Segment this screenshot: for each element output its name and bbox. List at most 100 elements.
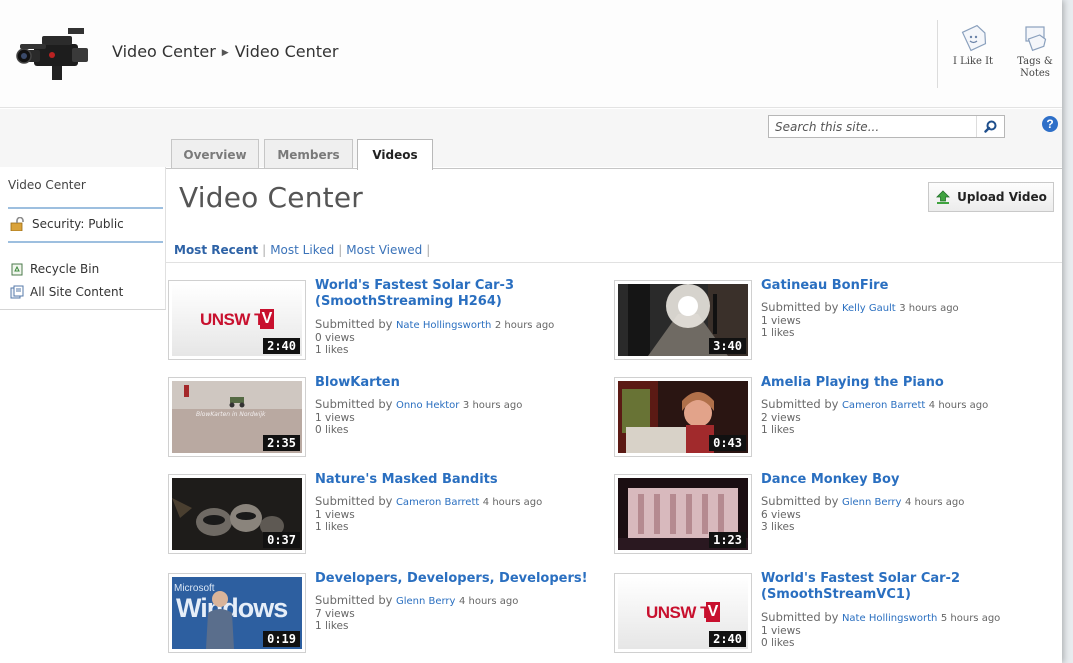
video-thumbnail-image: 0:43 bbox=[618, 381, 748, 453]
sharepoint-page: Video Center ▶ Video Center I Like It Tags… bbox=[0, 0, 1062, 663]
video-thumbnail[interactable]: BlowKarten in Nordwijk 2:35 bbox=[168, 377, 306, 457]
site-logo-camera-icon[interactable] bbox=[12, 14, 98, 96]
video-meta: Submitted by Kelly Gault 3 hours ago 1 v… bbox=[761, 301, 959, 339]
search-box bbox=[768, 115, 1005, 138]
video-title-link[interactable]: Gatineau BonFire bbox=[761, 278, 1051, 294]
video-duration-badge: 0:19 bbox=[263, 631, 300, 647]
submitter-link[interactable]: Cameron Barrett bbox=[842, 400, 925, 411]
like-count: 1 likes bbox=[761, 327, 795, 339]
search-input[interactable] bbox=[769, 116, 975, 137]
like-count: 3 likes bbox=[761, 521, 795, 533]
left-navigation: Video Center Security: Public Recycle Bi… bbox=[0, 167, 166, 310]
submitter-link[interactable]: Nate Hollingsworth bbox=[396, 320, 491, 331]
video-title-link[interactable]: Amelia Playing the Piano bbox=[761, 375, 1051, 391]
unsw-tv-logo-text: UNSW T bbox=[200, 310, 265, 329]
view-count: 7 views bbox=[315, 608, 355, 620]
submitted-by-label: Submitted by bbox=[315, 494, 393, 508]
video-title-link[interactable]: Nature's Masked Bandits bbox=[315, 472, 605, 488]
video-thumbnail[interactable]: UNSW T V 2:40 bbox=[168, 280, 306, 360]
video-meta: Submitted by Nate Hollingsworth 2 hours … bbox=[315, 318, 554, 356]
help-icon[interactable]: ? bbox=[1042, 116, 1058, 132]
submitter-link[interactable]: Kelly Gault bbox=[842, 303, 896, 314]
submitted-time: 5 hours ago bbox=[940, 613, 1001, 624]
submitted-by-label: Submitted by bbox=[761, 494, 839, 508]
tags-notes-icon bbox=[1025, 26, 1047, 52]
i-like-it-label: I Like It bbox=[952, 56, 994, 67]
nav-recycle-bin[interactable]: Recycle Bin bbox=[10, 262, 99, 276]
submitter-link[interactable]: Glenn Berry bbox=[396, 596, 456, 607]
view-count: 1 views bbox=[761, 315, 801, 327]
video-card: BlowKarten in Nordwijk 2:35 BlowKarten S… bbox=[168, 375, 598, 461]
video-thumbnail[interactable]: Microsoft Windows 0:19 bbox=[168, 573, 306, 653]
video-title-link[interactable]: World's Fastest Solar Car-2 (SmoothStrea… bbox=[761, 571, 1051, 603]
tags-notes-label-line2: Notes bbox=[1020, 68, 1050, 79]
video-title-line1: Developers, Developers, Developers! bbox=[315, 571, 588, 586]
unsw-tv-logo-box: V bbox=[706, 602, 720, 622]
submitter-link[interactable]: Nate Hollingsworth bbox=[842, 613, 937, 624]
upload-video-button[interactable]: Upload Video bbox=[928, 182, 1054, 212]
tags-notes-label-line1: Tags & bbox=[1017, 56, 1053, 67]
tab-label: Members bbox=[277, 148, 340, 162]
tab-label: Overview bbox=[183, 148, 247, 162]
video-thumbnail[interactable]: 0:37 bbox=[168, 474, 306, 554]
breadcrumb-separator-icon: ▶ bbox=[221, 48, 229, 58]
upload-video-label: Upload Video bbox=[957, 190, 1047, 204]
nav-divider bbox=[8, 207, 163, 209]
nav-all-site-content[interactable]: All Site Content bbox=[10, 285, 123, 299]
video-thumbnail[interactable]: 0:43 bbox=[614, 377, 752, 457]
video-duration-badge: 0:43 bbox=[709, 435, 746, 451]
video-title-line2: (SmoothStreaming H264) bbox=[315, 294, 502, 309]
video-title-link[interactable]: BlowKarten bbox=[315, 375, 605, 391]
video-duration-badge: 1:23 bbox=[709, 532, 746, 548]
submitter-link[interactable]: Glenn Berry bbox=[842, 497, 902, 508]
tab-videos[interactable]: Videos bbox=[357, 139, 433, 170]
video-thumbnail-image: Microsoft Windows 0:19 bbox=[172, 577, 302, 649]
video-duration-badge: 0:37 bbox=[263, 532, 300, 548]
nav-security[interactable]: Security: Public bbox=[10, 217, 124, 231]
video-card: 1:23 Dance Monkey Boy Submitted by Glenn… bbox=[614, 472, 1044, 558]
search-button[interactable] bbox=[976, 116, 1004, 137]
tab-overview[interactable]: Overview bbox=[171, 139, 259, 169]
video-title-link[interactable]: Dance Monkey Boy bbox=[761, 472, 1051, 488]
i-like-it-button[interactable]: I Like It bbox=[950, 24, 996, 68]
submitted-by-label: Submitted by bbox=[315, 317, 393, 331]
submitted-time: 3 hours ago bbox=[899, 303, 959, 314]
video-title-line1: World's Fastest Solar Car-2 bbox=[761, 571, 960, 586]
video-card: UNSW T V 2:40 World's Fastest Solar Car-… bbox=[168, 278, 598, 364]
video-thumbnail[interactable]: 3:40 bbox=[614, 280, 752, 360]
search-icon bbox=[984, 120, 997, 133]
upload-arrow-icon bbox=[936, 190, 951, 204]
breadcrumb-site-link[interactable]: Video Center bbox=[112, 42, 216, 61]
filter-most-recent[interactable]: Most Recent bbox=[174, 243, 258, 257]
video-duration-badge: 2:35 bbox=[263, 435, 300, 451]
filter-divider: | bbox=[426, 243, 431, 257]
video-card: 3:40 Gatineau BonFire Submitted by Kelly… bbox=[614, 278, 1044, 364]
submitted-time: 4 hours ago bbox=[458, 596, 519, 607]
submitted-time: 3 hours ago bbox=[462, 400, 523, 411]
video-thumbnail-image: 1:23 bbox=[618, 478, 748, 550]
submitter-link[interactable]: Onno Hektor bbox=[396, 400, 459, 411]
video-meta: Submitted by Glenn Berry 4 hours ago 6 v… bbox=[761, 495, 964, 533]
filter-most-viewed[interactable]: Most Viewed bbox=[346, 243, 422, 257]
tags-and-notes-button[interactable]: Tags & Notes bbox=[1012, 24, 1058, 80]
blowkarten-thumbnail-caption: BlowKarten in Nordwijk bbox=[196, 411, 266, 418]
like-count: 1 likes bbox=[315, 344, 349, 356]
video-thumbnail[interactable]: 1:23 bbox=[614, 474, 752, 554]
filter-most-liked[interactable]: Most Liked bbox=[270, 243, 334, 257]
video-title-link[interactable]: World's Fastest Solar Car-3 (SmoothStrea… bbox=[315, 278, 605, 310]
video-thumbnail-image: BlowKarten in Nordwijk 2:35 bbox=[172, 381, 302, 453]
video-duration-badge: 2:40 bbox=[263, 338, 300, 354]
submitter-link[interactable]: Cameron Barrett bbox=[396, 497, 479, 508]
video-thumbnail-image: 3:40 bbox=[618, 284, 748, 356]
view-count: 1 views bbox=[315, 412, 355, 424]
submitted-time: 4 hours ago bbox=[928, 400, 989, 411]
submitted-by-label: Submitted by bbox=[761, 397, 839, 411]
video-title-link[interactable]: Developers, Developers, Developers! bbox=[315, 571, 605, 587]
video-thumbnail-image: UNSW T V 2:40 bbox=[618, 577, 748, 649]
submitted-time: 4 hours ago bbox=[904, 497, 965, 508]
view-count: 1 views bbox=[315, 509, 355, 521]
nav-site-title[interactable]: Video Center bbox=[8, 178, 86, 192]
video-thumbnail[interactable]: UNSW T V 2:40 bbox=[614, 573, 752, 653]
breadcrumb: Video Center ▶ Video Center bbox=[112, 42, 338, 61]
tab-members[interactable]: Members bbox=[264, 139, 353, 169]
